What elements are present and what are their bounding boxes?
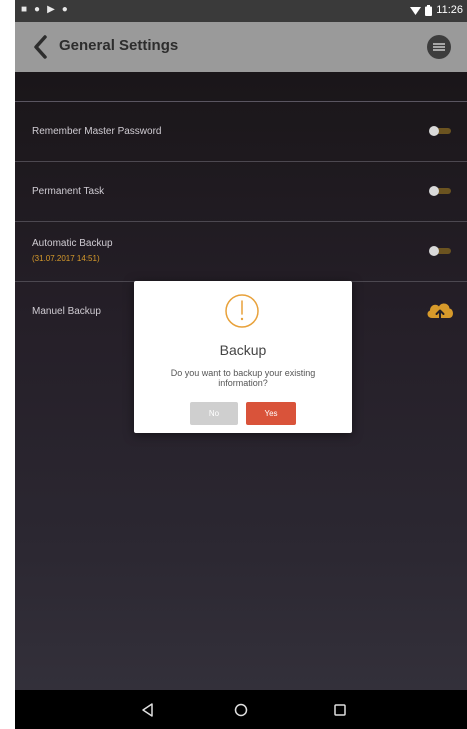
dialog-message: Do you want to backup your existing info… [170,368,316,388]
dialog-title: Backup [219,342,267,358]
device-screen: ■ ● ▶ ● 11:26 General Settings Remember … [15,0,467,729]
no-button[interactable]: No [190,402,238,425]
warning-icon [225,294,259,328]
dialog-overlay: Backup Do you want to backup your existi… [15,0,467,729]
yes-button[interactable]: Yes [246,402,296,425]
backup-dialog: Backup Do you want to backup your existi… [134,281,352,433]
